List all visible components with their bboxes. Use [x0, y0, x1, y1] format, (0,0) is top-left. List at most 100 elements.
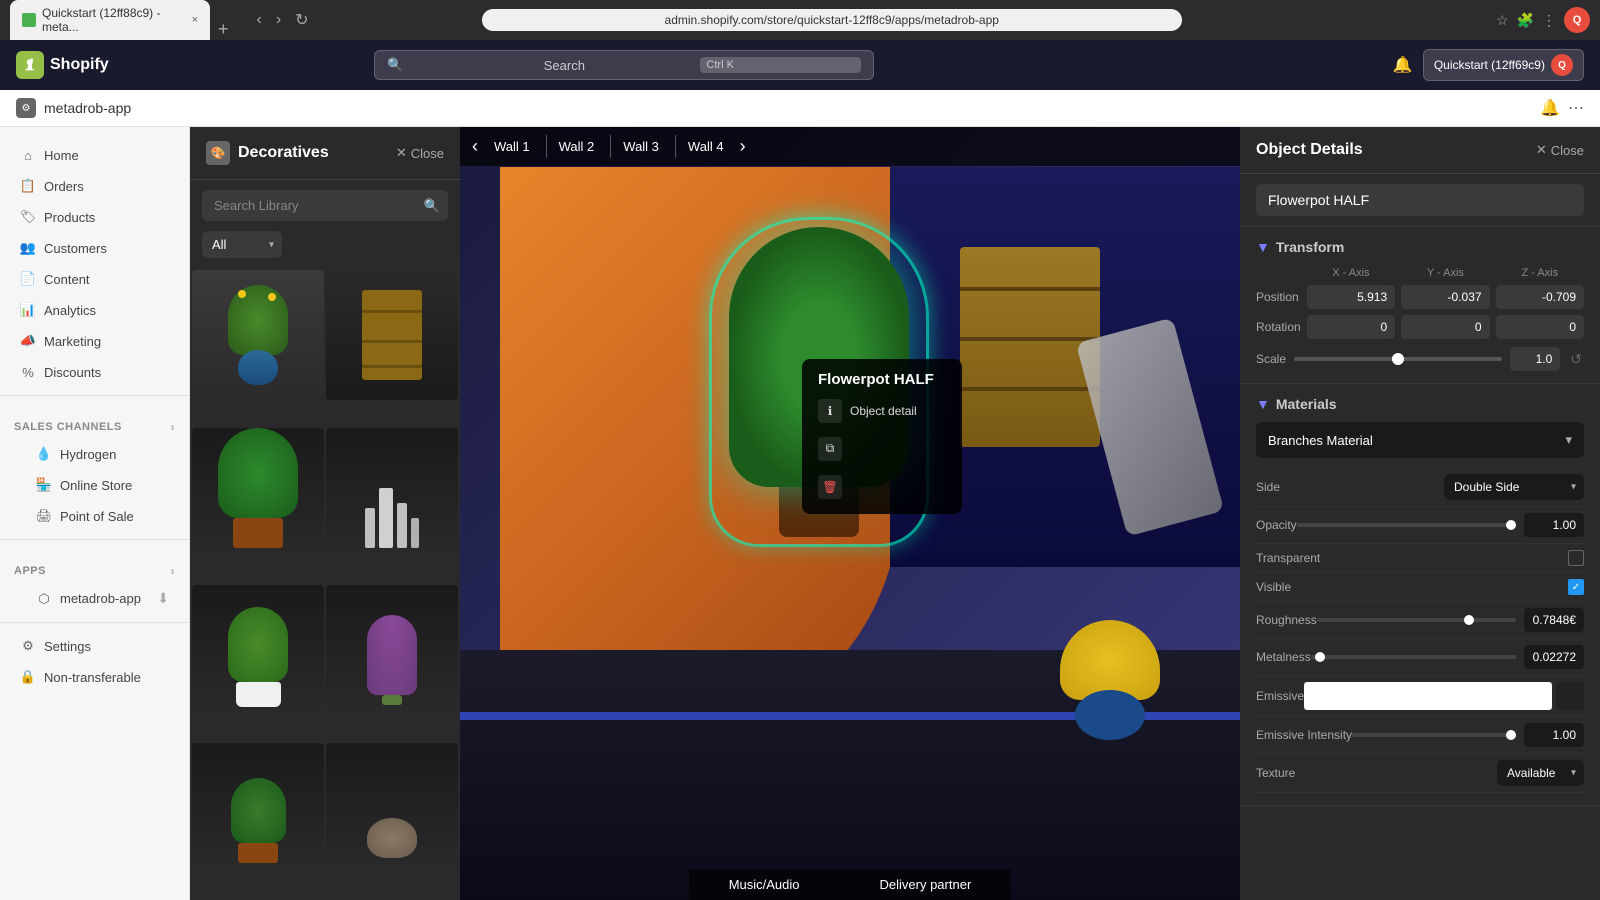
sidebar-item-pos[interactable]: 🖨 Point of Sale	[6, 501, 183, 531]
scale-reset-button[interactable]: ↺	[1568, 351, 1584, 368]
popup-action-object-detail[interactable]: ℹ Object detail	[818, 396, 946, 426]
decorative-item-8[interactable]	[326, 743, 458, 873]
browser-actions: ☆ 🧩 ⋮ Q	[1496, 7, 1590, 33]
download-icon[interactable]: ⬇	[157, 590, 169, 607]
music-audio-tab[interactable]: Music/Audio	[689, 869, 840, 900]
app-banner-bell-button[interactable]: 🔔	[1540, 98, 1560, 118]
wall-tab-3[interactable]: Wall 3	[610, 135, 671, 158]
scale-value-input[interactable]	[1510, 347, 1560, 371]
emissive-dark-swatch[interactable]	[1556, 682, 1584, 710]
emissive-intensity-value-input[interactable]	[1524, 723, 1584, 747]
tab-close-button[interactable]: ×	[192, 14, 198, 26]
side-select[interactable]: Double Side Front Side Back Side	[1444, 474, 1584, 500]
emissive-intensity-row: Emissive Intensity	[1256, 717, 1584, 754]
decorative-item-5[interactable]	[192, 585, 324, 715]
popup-action-delete[interactable]: 🗑	[818, 472, 946, 502]
roughness-value-input[interactable]	[1524, 608, 1584, 632]
sidebar-item-non-transferable[interactable]: 🔒 Non-transferable	[6, 662, 183, 692]
decorative-item-6[interactable]	[326, 585, 458, 715]
sidebar-item-settings[interactable]: ⚙ Settings	[6, 631, 183, 661]
roughness-row: Roughness	[1256, 602, 1584, 639]
transparent-checkbox[interactable]	[1568, 550, 1584, 566]
decoratives-search-icon[interactable]: 🔍	[424, 198, 440, 214]
sidebar-item-discounts[interactable]: % Discounts	[6, 357, 183, 387]
decoratives-close-button[interactable]: ✕ Close	[396, 145, 444, 161]
wall-prev-button[interactable]: ‹	[472, 136, 478, 157]
position-x-input[interactable]	[1307, 285, 1395, 309]
sidebar-item-metadrob-app[interactable]: ⬡ metadrob-app ⬇	[6, 583, 183, 614]
metalness-value-input[interactable]	[1524, 645, 1584, 669]
search-bar[interactable]: 🔍 Search Ctrl K	[374, 50, 874, 80]
notification-icon[interactable]: 🔔	[1393, 55, 1413, 75]
more-button[interactable]: ⋮	[1542, 12, 1556, 29]
decorative-item-1[interactable]	[192, 270, 324, 400]
url-bar[interactable]: admin.shopify.com/store/quickstart-12ff8…	[482, 9, 1182, 31]
texture-select[interactable]: Available None	[1497, 760, 1584, 786]
back-button[interactable]: ‹	[253, 9, 266, 31]
non-transferable-icon: 🔒	[20, 669, 36, 685]
rotation-x-input[interactable]	[1307, 315, 1395, 339]
position-y-input[interactable]	[1401, 285, 1489, 309]
metalness-slider[interactable]	[1311, 655, 1516, 659]
app-banner-actions: 🔔 ⋯	[1540, 98, 1584, 118]
visible-checkbox[interactable]: ✓	[1568, 579, 1584, 595]
wall-tab-2[interactable]: Wall 2	[546, 135, 607, 158]
opacity-value-input[interactable]	[1524, 513, 1584, 537]
object-details-close-button[interactable]: ✕ Close	[1536, 142, 1584, 158]
decorative-item-4[interactable]	[326, 428, 458, 558]
object-name-input[interactable]	[1256, 184, 1584, 216]
materials-section-header: ▼ Materials	[1256, 396, 1584, 412]
scale-row: Scale ↺	[1256, 347, 1584, 371]
emissive-color-swatch[interactable]	[1304, 682, 1552, 710]
decorative-item-2[interactable]	[326, 270, 458, 400]
extensions-button[interactable]: 🧩	[1517, 12, 1534, 29]
scale-slider[interactable]	[1294, 357, 1502, 361]
material-dropdown[interactable]: Branches Material ▾	[1256, 422, 1584, 458]
bookmark-button[interactable]: ☆	[1496, 12, 1509, 29]
decoratives-search-input[interactable]	[202, 190, 448, 221]
viewport-bottom: Music/Audio Delivery partner	[460, 869, 1240, 900]
sidebar-item-marketing[interactable]: 📣 Marketing	[6, 326, 183, 356]
popup-action-copy[interactable]: ⧉	[818, 434, 946, 464]
position-z-input[interactable]	[1496, 285, 1584, 309]
sidebar-item-online-store[interactable]: 🏪 Online Store	[6, 470, 183, 500]
store-selector[interactable]: Quickstart (12ff69c9) Q	[1423, 49, 1584, 81]
new-tab-button[interactable]: +	[210, 19, 237, 40]
sidebar-divider-3	[0, 622, 189, 623]
transparent-row: Transparent	[1256, 544, 1584, 573]
sidebar-item-products[interactable]: 🏷 Products	[6, 202, 183, 232]
filter-select[interactable]: All Plants Furniture Lighting	[202, 231, 282, 258]
sidebar-item-home[interactable]: ⌂ Home	[6, 140, 183, 170]
delivery-partner-tab[interactable]: Delivery partner	[840, 869, 1012, 900]
sidebar-item-customers[interactable]: 👥 Customers	[6, 233, 183, 263]
sidebar-section-sales-channels[interactable]: Sales channels ›	[0, 404, 189, 438]
metadrob-icon: ⬡	[36, 591, 52, 607]
roughness-slider[interactable]	[1317, 618, 1516, 622]
shopify-admin: Shopify 🔍 Search Ctrl K 🔔 Quickstart (12…	[0, 40, 1600, 900]
sidebar-item-products-label: Products	[44, 210, 95, 225]
sidebar-item-orders[interactable]: 📋 Orders	[6, 171, 183, 201]
decorative-item-7[interactable]	[192, 743, 324, 873]
sidebar-item-hydrogen[interactable]: 💧 Hydrogen	[6, 439, 183, 469]
app-banner-more-button[interactable]: ⋯	[1568, 98, 1584, 118]
rotation-z-input[interactable]	[1496, 315, 1584, 339]
customers-icon: 👥	[20, 240, 36, 256]
wall-next-button[interactable]: ›	[740, 136, 746, 157]
sidebar-item-content[interactable]: 📄 Content	[6, 264, 183, 294]
user-avatar[interactable]: Q	[1564, 7, 1590, 33]
transparent-label: Transparent	[1256, 551, 1320, 565]
refresh-button[interactable]: ↻	[291, 8, 312, 32]
sidebar-item-analytics[interactable]: 📊 Analytics	[6, 295, 183, 325]
sidebar-section-apps[interactable]: Apps ›	[0, 548, 189, 582]
sidebar-item-marketing-label: Marketing	[44, 334, 101, 349]
wall-tab-4[interactable]: Wall 4	[675, 135, 736, 158]
emissive-intensity-slider[interactable]	[1352, 733, 1516, 737]
wall-tab-1[interactable]: Wall 1	[482, 135, 542, 158]
forward-button[interactable]: ›	[272, 9, 285, 31]
opacity-slider[interactable]	[1297, 523, 1516, 527]
metalness-row: Metalness	[1256, 639, 1584, 676]
sidebar-item-customers-label: Customers	[44, 241, 107, 256]
active-tab[interactable]: Quickstart (12ff88c9) - meta... ×	[10, 0, 210, 40]
rotation-y-input[interactable]	[1401, 315, 1489, 339]
decorative-item-3[interactable]	[192, 428, 324, 558]
